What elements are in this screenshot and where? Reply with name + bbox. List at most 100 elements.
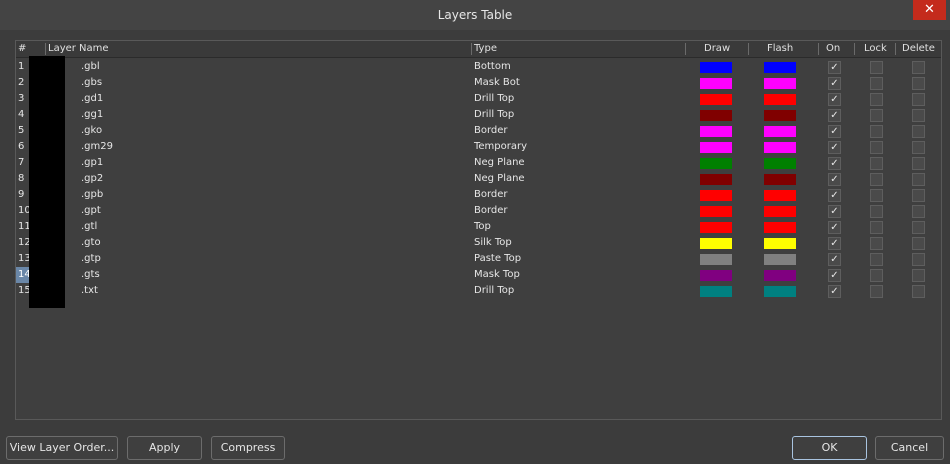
table-row[interactable]: 5 .gko Border ✓ (16, 123, 941, 139)
lock-checkbox[interactable] (870, 109, 883, 122)
delete-checkbox[interactable] (912, 173, 925, 186)
on-checkbox[interactable]: ✓ (828, 125, 841, 138)
layer-name[interactable]: .gd1 (81, 91, 103, 107)
on-checkbox[interactable]: ✓ (828, 237, 841, 250)
layer-type[interactable]: Neg Plane (474, 155, 525, 171)
on-checkbox[interactable]: ✓ (828, 285, 841, 298)
flash-color-swatch[interactable] (764, 62, 796, 73)
on-checkbox[interactable]: ✓ (828, 253, 841, 266)
flash-color-swatch[interactable] (764, 270, 796, 281)
on-checkbox[interactable]: ✓ (828, 77, 841, 90)
col-header-delete[interactable]: Delete (902, 41, 935, 57)
layer-type[interactable]: Drill Top (474, 91, 514, 107)
on-checkbox[interactable]: ✓ (828, 189, 841, 202)
column-divider[interactable] (895, 43, 896, 55)
table-row[interactable]: 10 .gpt Border ✓ (16, 203, 941, 219)
layer-type[interactable]: Mask Top (474, 267, 520, 283)
flash-color-swatch[interactable] (764, 206, 796, 217)
on-checkbox[interactable]: ✓ (828, 93, 841, 106)
col-header-on[interactable]: On (826, 41, 840, 57)
flash-color-swatch[interactable] (764, 142, 796, 153)
draw-color-swatch[interactable] (700, 126, 732, 137)
flash-color-swatch[interactable] (764, 158, 796, 169)
delete-checkbox[interactable] (912, 189, 925, 202)
delete-checkbox[interactable] (912, 93, 925, 106)
col-header-lock[interactable]: Lock (864, 41, 887, 57)
delete-checkbox[interactable] (912, 253, 925, 266)
flash-color-swatch[interactable] (764, 254, 796, 265)
col-header-num[interactable]: # (18, 41, 26, 57)
layer-type[interactable]: Silk Top (474, 235, 512, 251)
col-header-draw[interactable]: Draw (704, 41, 730, 57)
flash-color-swatch[interactable] (764, 94, 796, 105)
layer-type[interactable]: Temporary (474, 139, 527, 155)
delete-checkbox[interactable] (912, 205, 925, 218)
compress-button[interactable]: Compress (211, 436, 285, 460)
lock-checkbox[interactable] (870, 141, 883, 154)
delete-checkbox[interactable] (912, 157, 925, 170)
col-header-layer-name[interactable]: Layer Name (48, 41, 109, 57)
on-checkbox[interactable]: ✓ (828, 269, 841, 282)
on-checkbox[interactable]: ✓ (828, 61, 841, 74)
column-divider[interactable] (818, 43, 819, 55)
lock-checkbox[interactable] (870, 253, 883, 266)
draw-color-swatch[interactable] (700, 270, 732, 281)
table-row[interactable]: 4 .gg1 Drill Top ✓ (16, 107, 941, 123)
table-row[interactable]: 15 .txt Drill Top ✓ (16, 283, 941, 299)
delete-checkbox[interactable] (912, 221, 925, 234)
on-checkbox[interactable]: ✓ (828, 205, 841, 218)
layer-type[interactable]: Border (474, 203, 508, 219)
column-divider[interactable] (685, 43, 686, 55)
layer-name[interactable]: .gp1 (81, 155, 103, 171)
col-header-type[interactable]: Type (474, 41, 497, 57)
table-row[interactable]: 6 .gm29 Temporary ✓ (16, 139, 941, 155)
layer-type[interactable]: Drill Top (474, 283, 514, 299)
layer-name[interactable]: .gm29 (81, 139, 113, 155)
layer-name[interactable]: .gtp (81, 251, 101, 267)
table-row[interactable]: 12 .gto Silk Top ✓ (16, 235, 941, 251)
draw-color-swatch[interactable] (700, 238, 732, 249)
lock-checkbox[interactable] (870, 61, 883, 74)
on-checkbox[interactable]: ✓ (828, 157, 841, 170)
delete-checkbox[interactable] (912, 285, 925, 298)
layer-type[interactable]: Drill Top (474, 107, 514, 123)
draw-color-swatch[interactable] (700, 110, 732, 121)
table-row[interactable]: 2 .gbs Mask Bot ✓ (16, 75, 941, 91)
table-row[interactable]: 1 .gbl Bottom ✓ (16, 59, 941, 75)
table-row[interactable]: 9 .gpb Border ✓ (16, 187, 941, 203)
cancel-button[interactable]: Cancel (875, 436, 944, 460)
table-row[interactable]: 14 .gts Mask Top ✓ (16, 267, 941, 283)
delete-checkbox[interactable] (912, 269, 925, 282)
flash-color-swatch[interactable] (764, 222, 796, 233)
table-row[interactable]: 8 .gp2 Neg Plane ✓ (16, 171, 941, 187)
close-button[interactable]: ✕ (913, 0, 946, 20)
lock-checkbox[interactable] (870, 173, 883, 186)
lock-checkbox[interactable] (870, 269, 883, 282)
flash-color-swatch[interactable] (764, 190, 796, 201)
column-divider[interactable] (471, 43, 472, 55)
layer-name[interactable]: .gpb (81, 187, 103, 203)
draw-color-swatch[interactable] (700, 174, 732, 185)
layer-name[interactable]: .gtl (81, 219, 97, 235)
layer-name[interactable]: .gg1 (81, 107, 103, 123)
ok-button[interactable]: OK (792, 436, 867, 460)
layer-type[interactable]: Border (474, 123, 508, 139)
lock-checkbox[interactable] (870, 285, 883, 298)
layer-name[interactable]: .gp2 (81, 171, 103, 187)
layer-name[interactable]: .gbs (81, 75, 102, 91)
delete-checkbox[interactable] (912, 61, 925, 74)
draw-color-swatch[interactable] (700, 94, 732, 105)
delete-checkbox[interactable] (912, 125, 925, 138)
layer-type[interactable]: Neg Plane (474, 171, 525, 187)
column-divider[interactable] (854, 43, 855, 55)
lock-checkbox[interactable] (870, 93, 883, 106)
table-row[interactable]: 13 .gtp Paste Top ✓ (16, 251, 941, 267)
draw-color-swatch[interactable] (700, 142, 732, 153)
draw-color-swatch[interactable] (700, 62, 732, 73)
column-divider[interactable] (45, 43, 46, 55)
draw-color-swatch[interactable] (700, 206, 732, 217)
flash-color-swatch[interactable] (764, 126, 796, 137)
lock-checkbox[interactable] (870, 221, 883, 234)
layer-type[interactable]: Border (474, 187, 508, 203)
delete-checkbox[interactable] (912, 109, 925, 122)
